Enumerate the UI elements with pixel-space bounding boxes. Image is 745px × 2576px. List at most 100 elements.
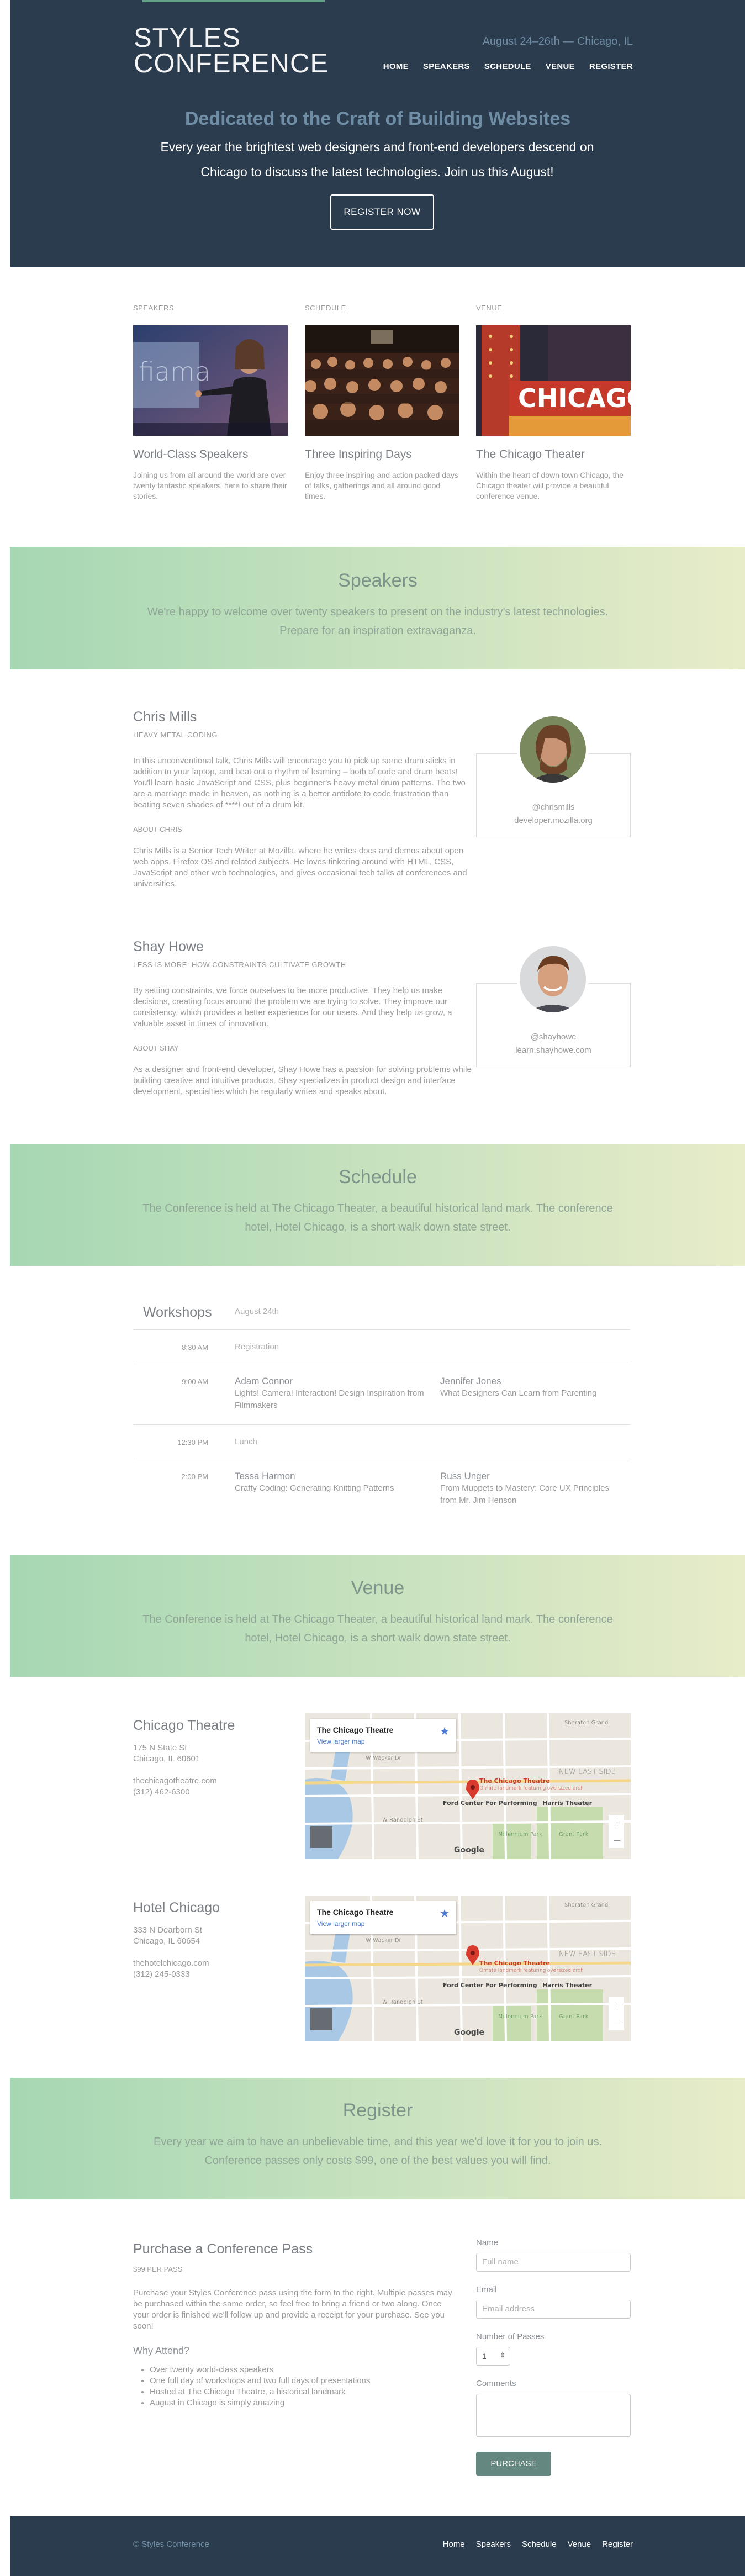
nav-register[interactable]: REGISTER <box>589 62 633 71</box>
avatar <box>517 943 589 1015</box>
table-row: 8:30 AM Registration <box>133 1330 630 1364</box>
section-intro: The Conference is held at The Chicago Th… <box>142 1613 613 1644</box>
svg-text:Millennium Park: Millennium Park <box>498 1831 542 1838</box>
name-field[interactable]: Full name <box>476 2253 631 2272</box>
map-card-title: The Chicago Theatre <box>317 1908 394 1917</box>
footer-nav-schedule[interactable]: Schedule <box>522 2540 557 2549</box>
footer-nav: Home Speakers Schedule Venue Register <box>443 2540 633 2549</box>
view-larger-map-link[interactable]: View larger map <box>317 1920 364 1928</box>
pass-price: $99 PER PASS <box>133 2265 183 2273</box>
svg-text:Harris Theater: Harris Theater <box>542 1799 593 1807</box>
why-attend-heading: Why Attend? <box>133 2345 190 2356</box>
hotel-map[interactable]: The Chicago Theatre Ornate landmark feat… <box>305 1896 631 2041</box>
venue-street: 333 N Dearborn St <box>133 1925 203 1935</box>
talk-title: LESS IS MORE: HOW CONSTRAINTS CULTIVATE … <box>133 960 346 969</box>
footer-nav-venue[interactable]: Venue <box>568 2540 591 2549</box>
venue-banner: Venue The Conference is held at The Chic… <box>10 1555 745 1677</box>
session-title: Crafty Coding: Generating Knitting Patte… <box>235 1484 394 1493</box>
nav-speakers[interactable]: SPEAKERS <box>423 62 470 71</box>
hero-title: Dedicated to the Craft of Building Websi… <box>184 108 571 129</box>
section-title: Speakers <box>338 570 418 591</box>
nav-schedule[interactable]: SCHEDULE <box>484 62 531 71</box>
svg-text:W Randolph St: W Randolph St <box>382 1817 423 1823</box>
svg-text:Millennium Park: Millennium Park <box>498 2014 542 2020</box>
session-speaker: Tessa Harmon <box>235 1471 295 1481</box>
comments-field[interactable] <box>476 2394 631 2437</box>
venue-city: Chicago, IL 60601 <box>133 1754 200 1764</box>
hero-accent-bar <box>142 0 325 2</box>
session-title: Lights! Camera! Interaction! Design Insp… <box>235 1389 424 1410</box>
speaker-chris-mills: Chris Mills HEAVY METAL CODING In this u… <box>133 709 475 890</box>
svg-text:−: − <box>613 2017 621 2029</box>
view-larger-map-link[interactable]: View larger map <box>317 1738 364 1745</box>
nav-venue[interactable]: VENUE <box>546 62 575 71</box>
nav-home[interactable]: HOME <box>383 62 409 71</box>
speakers-banner: Speakers We're happy to welcome over twe… <box>10 547 745 669</box>
speaker-name: Shay Howe <box>133 939 204 954</box>
teaser-title: World-Class Speakers <box>133 448 249 461</box>
comments-label: Comments <box>476 2379 516 2388</box>
footer-nav-speakers[interactable]: Speakers <box>476 2540 511 2549</box>
schedule-track-title: Workshops <box>143 1305 212 1320</box>
svg-text:Ornate landmark featuring over: Ornate landmark featuring oversized arch <box>479 1968 584 1973</box>
twitter-handle-link[interactable]: @shayhowe <box>477 1032 630 1042</box>
purchase-button[interactable]: PURCHASE <box>476 2452 551 2476</box>
session-time: 8:30 AM <box>182 1343 208 1352</box>
register-banner: Register Every year we aim to have an un… <box>10 2078 745 2199</box>
speaker-bio: As a designer and front-end developer, S… <box>133 1065 472 1096</box>
teaser-title: Three Inspiring Days <box>305 448 412 461</box>
talk-description: By setting constraints, we force ourselv… <box>133 986 452 1028</box>
register-now-button[interactable]: REGISTER NOW <box>330 194 434 230</box>
purchase-title: Purchase a Conference Pass <box>133 2241 313 2257</box>
teaser-text: Within the heart of down town Chicago, t… <box>476 471 624 500</box>
passes-label: Number of Passes <box>476 2332 545 2341</box>
session-label: Registration <box>235 1342 279 1352</box>
session-label: Lunch <box>235 1437 257 1447</box>
reasons-list: Over twenty world-class speakers One ful… <box>133 2364 459 2409</box>
venue-street: 175 N State St <box>133 1743 187 1752</box>
save-star-icon[interactable]: ★ <box>440 1907 450 1920</box>
svg-text:W Randolph St: W Randolph St <box>382 1999 423 2005</box>
purchase-description: Purchase your Styles Conference pass usi… <box>133 2288 452 2331</box>
teaser-text: Enjoy three inspiring and action packed … <box>305 471 458 500</box>
svg-text:NEW EAST SIDE: NEW EAST SIDE <box>559 1950 616 1959</box>
footer-nav-register[interactable]: Register <box>602 2540 633 2549</box>
save-star-icon[interactable]: ★ <box>440 1724 450 1738</box>
svg-text:Ornate landmark featuring over: Ornate landmark featuring oversized arch <box>479 1786 584 1791</box>
section-intro: The Conference is held at The Chicago Th… <box>142 1202 613 1233</box>
passes-select[interactable]: 1 ⇕ <box>476 2347 510 2366</box>
website-link[interactable]: developer.mozilla.org <box>477 816 630 825</box>
svg-text:Sheraton Grand: Sheraton Grand <box>564 1902 608 1908</box>
email-field[interactable]: Email address <box>476 2300 631 2319</box>
venue-website-link[interactable]: thehotelchicago.com <box>133 1958 288 1969</box>
session-speaker: Russ Unger <box>440 1471 490 1481</box>
teaser-category: SPEAKERS <box>133 304 175 312</box>
svg-text:Sheraton Grand: Sheraton Grand <box>564 1720 608 1726</box>
chicago-theatre-photo-image[interactable]: CHICAGO <box>476 325 631 436</box>
name-label: Name <box>476 2238 499 2247</box>
logo-line-1: STYLES <box>134 23 241 53</box>
venue-map[interactable]: The Chicago Theatre Ornate landmark feat… <box>305 1713 631 1859</box>
talk-description: In this unconventional talk, Chris Mills… <box>133 756 466 810</box>
svg-text:Grant Park: Grant Park <box>559 2014 588 2020</box>
speaker-photo-image[interactable]: fiama <box>133 325 288 436</box>
table-row: 2:00 PM Tessa Harmon Crafty Coding: Gene… <box>133 1459 630 1517</box>
hero-header: STYLES CONFERENCE August 24–26th — Chica… <box>10 0 745 267</box>
venue-name: Chicago Theatre <box>133 1718 235 1733</box>
venue-website-link[interactable]: thechicagotheatre.com <box>133 1776 288 1787</box>
svg-text:W Wacker Dr: W Wacker Dr <box>366 1938 402 1944</box>
footer-nav-home[interactable]: Home <box>443 2540 465 2549</box>
twitter-handle-link[interactable]: @chrismills <box>477 803 630 812</box>
speaker-bio: Chris Mills is a Senior Tech Writer at M… <box>133 846 467 889</box>
svg-text:fiama: fiama <box>139 357 210 387</box>
teaser-venue: VENUE CHICAGO The Chicago Theater Within… <box>476 304 631 502</box>
schedule-date: August 24th <box>235 1307 279 1316</box>
main-nav: HOME SPEAKERS SCHEDULE VENUE REGISTER <box>383 62 633 71</box>
svg-text:W Wacker Dr: W Wacker Dr <box>366 1755 402 1761</box>
session-title: What Designers Can Learn from Parenting <box>440 1389 597 1398</box>
talk-title: HEAVY METAL CODING <box>133 731 218 739</box>
site-logo[interactable]: STYLES CONFERENCE <box>134 23 329 77</box>
audience-photo-image[interactable] <box>305 325 459 436</box>
schedule-table: Workshops August 24th 8:30 AM Registrati… <box>133 1297 630 1517</box>
website-link[interactable]: learn.shayhowe.com <box>477 1046 630 1055</box>
